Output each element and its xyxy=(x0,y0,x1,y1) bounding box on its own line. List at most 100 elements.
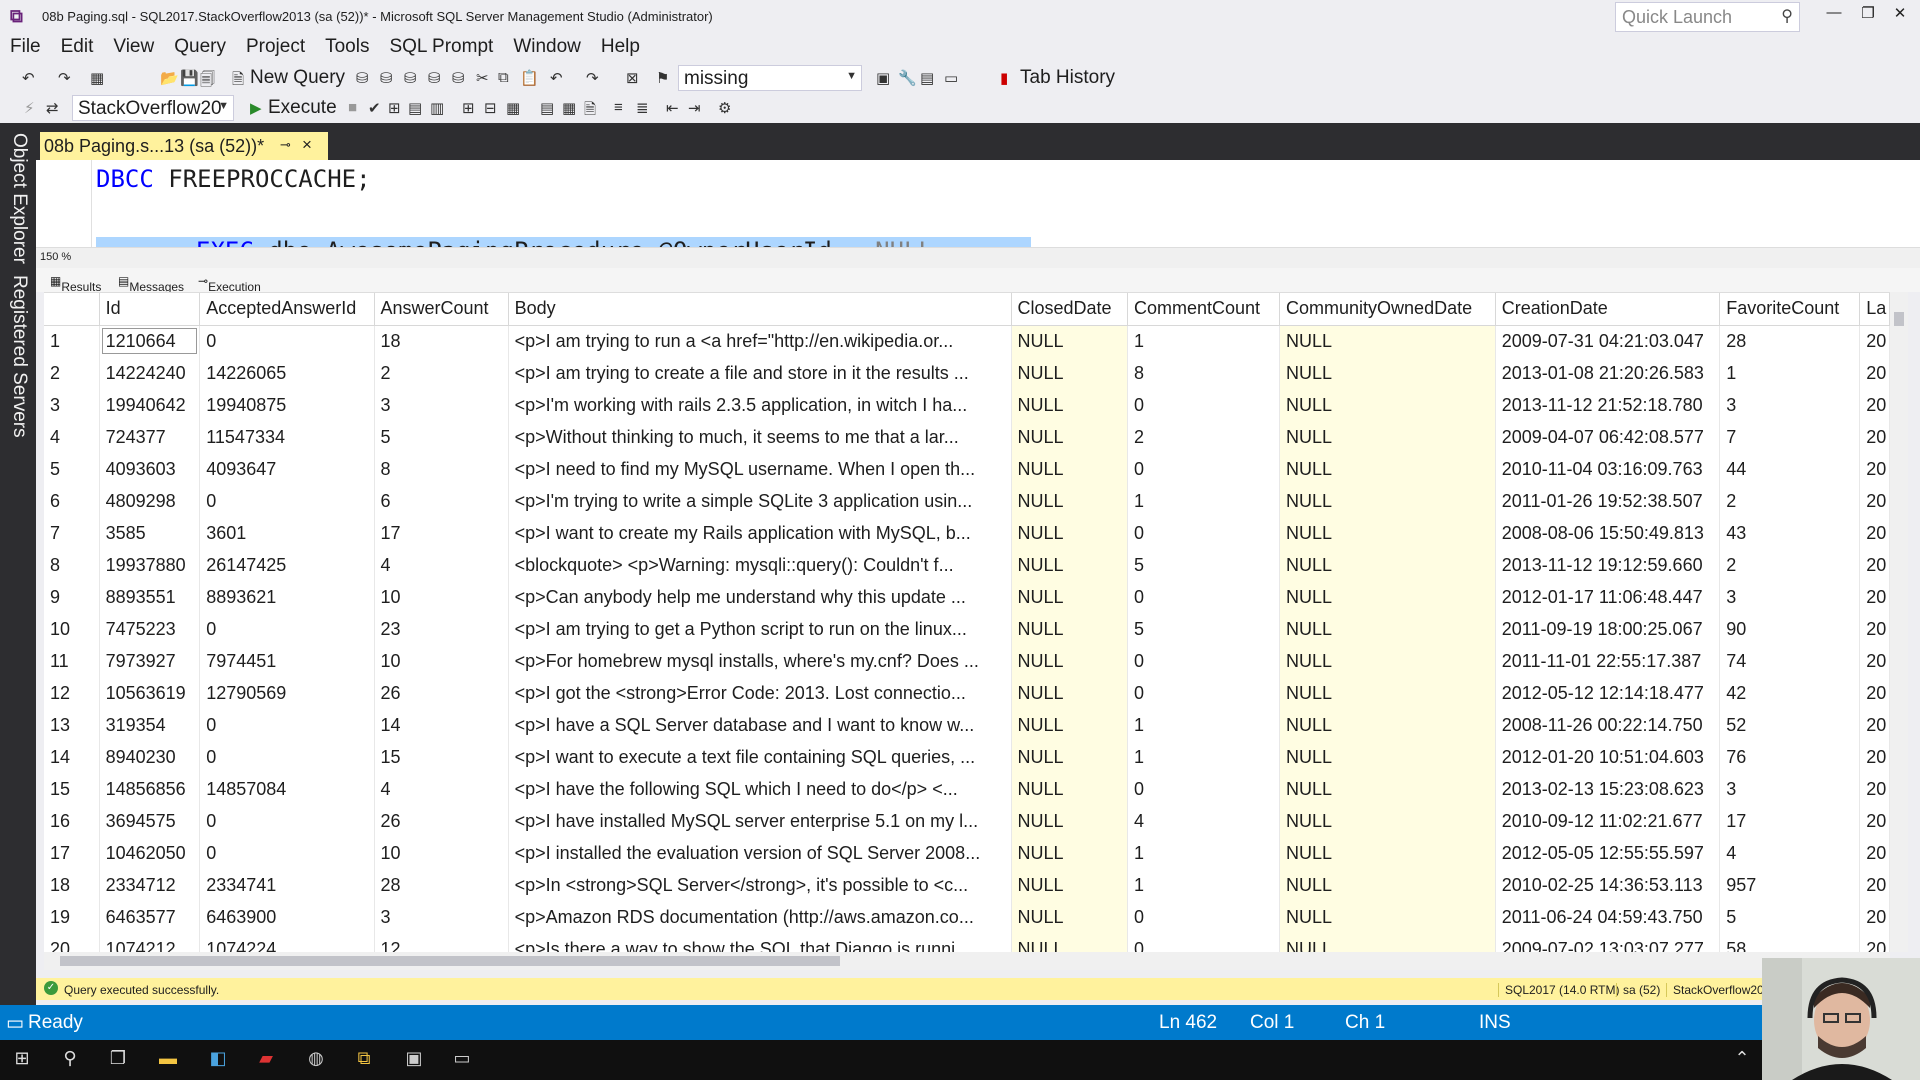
grid-cell[interactable]: 2012-01-17 11:06:48.447 xyxy=(1495,581,1721,613)
grid-cell[interactable]: 5 xyxy=(374,421,509,453)
results-to-text-icon[interactable]: ▤ xyxy=(540,99,554,117)
table-row[interactable]: 2 14224240 14226065 2 <p>I am trying to crea… xyxy=(44,357,1890,389)
grid-cell[interactable]: 3585 xyxy=(99,517,201,549)
grid-cell[interactable]: NULL xyxy=(1011,773,1128,805)
dmx-query-icon[interactable]: ⛁ xyxy=(428,69,441,87)
menu-project[interactable]: Project xyxy=(236,33,315,58)
grid-cell[interactable]: 724377 xyxy=(99,421,201,453)
back-icon[interactable]: ↶ xyxy=(22,69,35,87)
find-icon[interactable]: ⚑ xyxy=(656,69,669,87)
grid-cell[interactable]: 58 xyxy=(1719,933,1861,952)
grid-cell[interactable]: 1 xyxy=(1127,709,1281,741)
grid-cell[interactable]: 20 xyxy=(1859,581,1890,613)
grid-cell[interactable]: 4 xyxy=(1127,805,1281,837)
scroll-thumb[interactable] xyxy=(1894,312,1904,326)
restore-icon[interactable]: ❐ xyxy=(1854,4,1882,26)
grid-cell[interactable]: <p>I'm trying to write a simple SQLite 3… xyxy=(508,485,1012,517)
grid-cell[interactable]: 1 xyxy=(1127,869,1281,901)
grid-cell[interactable]: 20 xyxy=(1859,805,1890,837)
row-number-cell[interactable]: 5 xyxy=(44,453,100,485)
grid-cell[interactable]: 26 xyxy=(374,677,509,709)
grid-cell[interactable]: 26147425 xyxy=(199,549,375,581)
grid-cell[interactable]: NULL xyxy=(1279,869,1496,901)
grid-cell[interactable]: 8893551 xyxy=(99,581,201,613)
grid-cell[interactable]: 4809298 xyxy=(99,485,201,517)
horizontal-scrollbar[interactable] xyxy=(44,952,1890,970)
change-connection-icon[interactable]: ⇄ xyxy=(46,99,59,117)
grid-cell[interactable]: NULL xyxy=(1011,805,1128,837)
grid-cell[interactable]: 10 xyxy=(374,837,509,869)
grid-cell[interactable]: 8893621 xyxy=(199,581,375,613)
row-number-cell[interactable]: 12 xyxy=(44,677,100,709)
file-explorer-icon[interactable]: ▬ xyxy=(156,1048,180,1072)
grid-cell[interactable]: 74 xyxy=(1719,645,1861,677)
grid-cell[interactable]: 2013-02-13 15:23:08.623 xyxy=(1495,773,1721,805)
live-query-stats-icon[interactable]: ⊟ xyxy=(484,99,497,117)
document-tab[interactable]: 08b Paging.s...13 (sa (52))* ⊸ × xyxy=(40,132,328,160)
grid-cell[interactable]: 17 xyxy=(1719,805,1861,837)
intellisense-icon[interactable]: ▥ xyxy=(430,99,444,117)
row-number-cell[interactable]: 9 xyxy=(44,581,100,613)
properties-icon[interactable]: 🔧 xyxy=(898,69,917,87)
grid-cell[interactable]: 52 xyxy=(1719,709,1861,741)
grid-cell[interactable]: 14226065 xyxy=(199,357,375,389)
terminal-icon[interactable]: ▭ xyxy=(450,1048,474,1072)
ssms-icon[interactable]: ⧉ xyxy=(352,1048,376,1072)
grid-cell[interactable]: 76 xyxy=(1719,741,1861,773)
grid-cell[interactable]: 7 xyxy=(1719,421,1861,453)
specify-values-icon[interactable]: ⚙ xyxy=(718,99,731,117)
powerpoint-icon[interactable]: ▰ xyxy=(254,1048,278,1072)
grid-cell[interactable]: 20 xyxy=(1859,421,1890,453)
grid-cell[interactable]: 1 xyxy=(1127,485,1281,517)
grid-cell[interactable]: 20 xyxy=(1859,485,1890,517)
xmla-query-icon[interactable]: ⛁ xyxy=(452,69,465,87)
grid-cell[interactable]: 3 xyxy=(1719,773,1861,805)
grid-cell[interactable]: 26 xyxy=(374,805,509,837)
menu-edit[interactable]: Edit xyxy=(51,33,104,58)
grid-cell[interactable]: <p>Without thinking to much, it seems to… xyxy=(508,421,1012,453)
row-number-cell[interactable]: 18 xyxy=(44,869,100,901)
grid-cell[interactable]: 10563619 xyxy=(99,677,201,709)
table-row[interactable]: 11 7973927 7974451 10 <p>For homebrew mysql … xyxy=(44,645,1890,677)
row-number-cell[interactable]: 13 xyxy=(44,709,100,741)
grid-cell[interactable]: 20 xyxy=(1859,453,1890,485)
grid-cell[interactable]: NULL xyxy=(1011,421,1128,453)
table-row[interactable]: 3 19940642 19940875 3 <p>I'm working with ra… xyxy=(44,389,1890,421)
grid-cell[interactable]: NULL xyxy=(1279,805,1496,837)
grid-cell[interactable]: 20 xyxy=(1859,677,1890,709)
grid-cell[interactable]: <p>I need to find my MySQL username. Whe… xyxy=(508,453,1012,485)
grid-cell[interactable]: 7974451 xyxy=(199,645,375,677)
results-to-grid-icon[interactable]: ▦ xyxy=(562,99,576,117)
column-header-commentcount[interactable]: CommentCount xyxy=(1127,293,1281,326)
grid-cell[interactable]: NULL xyxy=(1279,837,1496,869)
grid-cell[interactable]: 15 xyxy=(374,741,509,773)
table-row[interactable]: 6 4809298 0 6 <p>I'm trying to write a simpl… xyxy=(44,485,1890,517)
registered-servers-tab[interactable]: Registered Servers xyxy=(8,275,30,438)
grid-cell[interactable]: 10 xyxy=(374,645,509,677)
grid-cell[interactable]: 0 xyxy=(199,613,375,645)
code-line[interactable]: DBCC FREEPROCCACHE; xyxy=(96,165,371,193)
tab-history-icon[interactable]: ▮ xyxy=(1000,69,1008,87)
execute-button[interactable]: Execute xyxy=(268,97,337,119)
mdx-query-icon[interactable]: ⛁ xyxy=(404,69,417,87)
grid-cell[interactable]: NULL xyxy=(1279,325,1496,357)
grid-cell[interactable]: 2010-02-25 14:36:53.113 xyxy=(1495,869,1721,901)
table-row[interactable]: 5 4093603 4093647 8 <p>I need to find my MyS… xyxy=(44,453,1890,485)
table-row[interactable]: 15 14856856 14857084 4 <p>I have the followi… xyxy=(44,773,1890,805)
grid-cell[interactable]: <p>I am trying to run a <a href="http://… xyxy=(508,325,1012,357)
cut-icon[interactable]: ✂ xyxy=(476,69,489,87)
grid-cell[interactable]: 2012-01-20 10:51:04.603 xyxy=(1495,741,1721,773)
table-row[interactable]: 19 6463577 6463900 3 <p>Amazon RDS documenta… xyxy=(44,901,1890,933)
menu-tools[interactable]: Tools xyxy=(315,33,379,58)
vertical-scrollbar[interactable] xyxy=(1890,292,1908,952)
solution-explorer-icon[interactable]: ⊠ xyxy=(626,69,639,87)
grid-cell[interactable]: 14224240 xyxy=(99,357,201,389)
grid-cell[interactable]: 319354 xyxy=(99,709,201,741)
grid-cell[interactable]: 0 xyxy=(1127,933,1281,952)
menu-view[interactable]: View xyxy=(103,33,164,58)
grid-cell[interactable]: 1074212 xyxy=(99,933,201,952)
tab-messages[interactable]: ▤ Messages xyxy=(118,274,184,294)
column-header-favoritecount[interactable]: FavoriteCount xyxy=(1719,293,1861,326)
grid-cell[interactable]: <p>I want to create my Rails application… xyxy=(508,517,1012,549)
parse-icon[interactable]: ✔ xyxy=(368,99,381,117)
